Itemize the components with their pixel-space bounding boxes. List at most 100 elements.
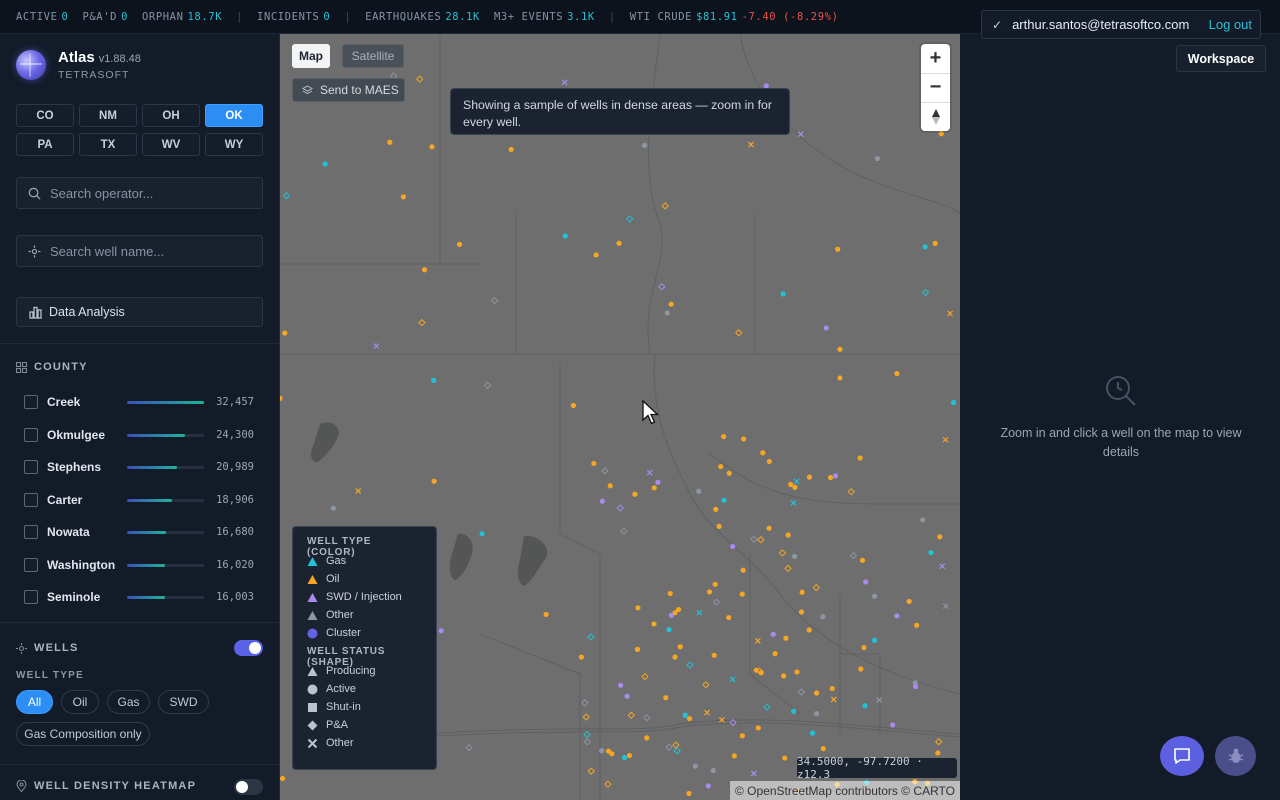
county-checkbox[interactable]	[24, 557, 38, 572]
well-marker[interactable]	[920, 517, 926, 523]
county-row[interactable]: Stephens 20,989	[24, 457, 264, 477]
well-marker[interactable]	[330, 505, 336, 511]
well-marker[interactable]	[763, 703, 771, 711]
well-marker[interactable]	[857, 455, 863, 461]
well-marker[interactable]	[849, 551, 858, 560]
well-marker[interactable]	[784, 564, 792, 573]
well-marker[interactable]	[673, 747, 681, 755]
well-marker[interactable]	[876, 697, 883, 704]
well-marker[interactable]	[712, 581, 718, 587]
well-marker[interactable]	[322, 161, 328, 167]
well-marker[interactable]	[666, 627, 672, 633]
well-marker[interactable]	[862, 703, 868, 709]
well-marker[interactable]	[782, 755, 788, 761]
gas-composition-filter[interactable]: Gas Composition only	[16, 722, 150, 746]
well-marker[interactable]	[491, 296, 499, 305]
well-marker[interactable]	[906, 598, 912, 605]
well-marker[interactable]	[713, 506, 719, 512]
well-marker[interactable]	[812, 583, 821, 592]
well-marker[interactable]	[914, 622, 920, 628]
well-marker[interactable]	[820, 746, 826, 752]
well-marker[interactable]	[741, 436, 747, 442]
heatmap-toggle[interactable]	[234, 779, 263, 795]
well-marker[interactable]	[894, 613, 900, 619]
send-to-maes-button[interactable]: Send to MAES	[292, 78, 405, 102]
well-marker[interactable]	[634, 646, 641, 652]
well-marker[interactable]	[672, 741, 680, 749]
well-marker[interactable]	[859, 557, 866, 563]
well-marker[interactable]	[710, 767, 716, 774]
well-marker[interactable]	[641, 142, 648, 148]
well-marker[interactable]	[814, 690, 820, 696]
well-marker[interactable]	[706, 589, 713, 595]
well-marker[interactable]	[438, 628, 444, 634]
well-marker[interactable]	[682, 712, 688, 718]
well-marker[interactable]	[400, 194, 407, 200]
well-marker[interactable]	[663, 695, 669, 701]
well-marker[interactable]	[621, 755, 628, 761]
well-marker[interactable]	[716, 523, 722, 529]
well-marker[interactable]	[415, 75, 424, 83]
well-marker[interactable]	[937, 534, 943, 540]
map-attribution[interactable]: © OpenStreetMap contributors © CARTO	[730, 781, 960, 800]
well-marker[interactable]	[508, 146, 514, 153]
well-marker[interactable]	[932, 240, 938, 246]
well-marker[interactable]	[861, 644, 867, 651]
well-marker[interactable]	[721, 433, 727, 440]
well-marker[interactable]	[658, 282, 666, 291]
well-marker[interactable]	[726, 614, 732, 621]
well-marker[interactable]	[665, 743, 673, 752]
well-marker[interactable]	[387, 139, 393, 145]
well-marker[interactable]	[788, 481, 794, 488]
well-marker[interactable]	[806, 474, 813, 480]
well-marker[interactable]	[668, 612, 674, 618]
well-marker[interactable]	[874, 155, 881, 162]
well-marker[interactable]	[429, 144, 435, 150]
well-marker[interactable]	[942, 603, 949, 609]
well-marker[interactable]	[820, 614, 826, 620]
satellite-view-button[interactable]: Satellite	[342, 44, 404, 68]
well-type-gas[interactable]: Gas	[107, 690, 150, 714]
well-marker[interactable]	[635, 605, 641, 611]
state-button-ok[interactable]: OK	[205, 104, 263, 127]
well-marker[interactable]	[677, 644, 683, 650]
well-marker[interactable]	[718, 716, 725, 723]
well-marker[interactable]	[465, 743, 473, 752]
well-marker[interactable]	[664, 310, 670, 316]
well-marker[interactable]	[791, 553, 798, 560]
compass-reset-button[interactable]	[921, 102, 950, 131]
well-marker[interactable]	[740, 567, 746, 573]
well-marker[interactable]	[863, 579, 869, 585]
county-row[interactable]: Creek 32,457	[24, 392, 264, 412]
well-marker[interactable]	[760, 450, 766, 456]
well-marker[interactable]	[809, 730, 816, 736]
well-marker[interactable]	[721, 497, 727, 503]
well-marker[interactable]	[644, 735, 650, 741]
well-marker[interactable]	[418, 318, 426, 327]
map-view-button[interactable]: Map	[292, 44, 330, 68]
well-marker[interactable]	[729, 676, 736, 683]
well-marker[interactable]	[758, 670, 764, 676]
well-marker[interactable]	[632, 491, 638, 497]
well-marker[interactable]	[570, 402, 577, 409]
well-marker[interactable]	[280, 395, 283, 401]
state-button-wv[interactable]: WV	[142, 133, 200, 156]
well-marker[interactable]	[823, 325, 829, 331]
zoom-in-button[interactable]: +	[921, 44, 950, 73]
well-marker[interactable]	[625, 215, 634, 223]
county-checkbox[interactable]	[24, 395, 38, 409]
well-marker[interactable]	[781, 673, 787, 679]
well-marker[interactable]	[668, 301, 674, 307]
well-marker[interactable]	[827, 475, 834, 481]
well-marker[interactable]	[456, 241, 463, 248]
well-marker[interactable]	[643, 713, 651, 722]
bug-report-button[interactable]	[1215, 736, 1256, 776]
well-marker[interactable]	[599, 748, 605, 754]
well-marker[interactable]	[280, 775, 286, 782]
well-marker[interactable]	[829, 685, 835, 692]
well-marker[interactable]	[641, 672, 649, 681]
well-marker[interactable]	[797, 131, 804, 138]
well-marker[interactable]	[754, 637, 761, 644]
state-button-tx[interactable]: TX	[79, 133, 137, 156]
well-marker[interactable]	[373, 343, 380, 349]
